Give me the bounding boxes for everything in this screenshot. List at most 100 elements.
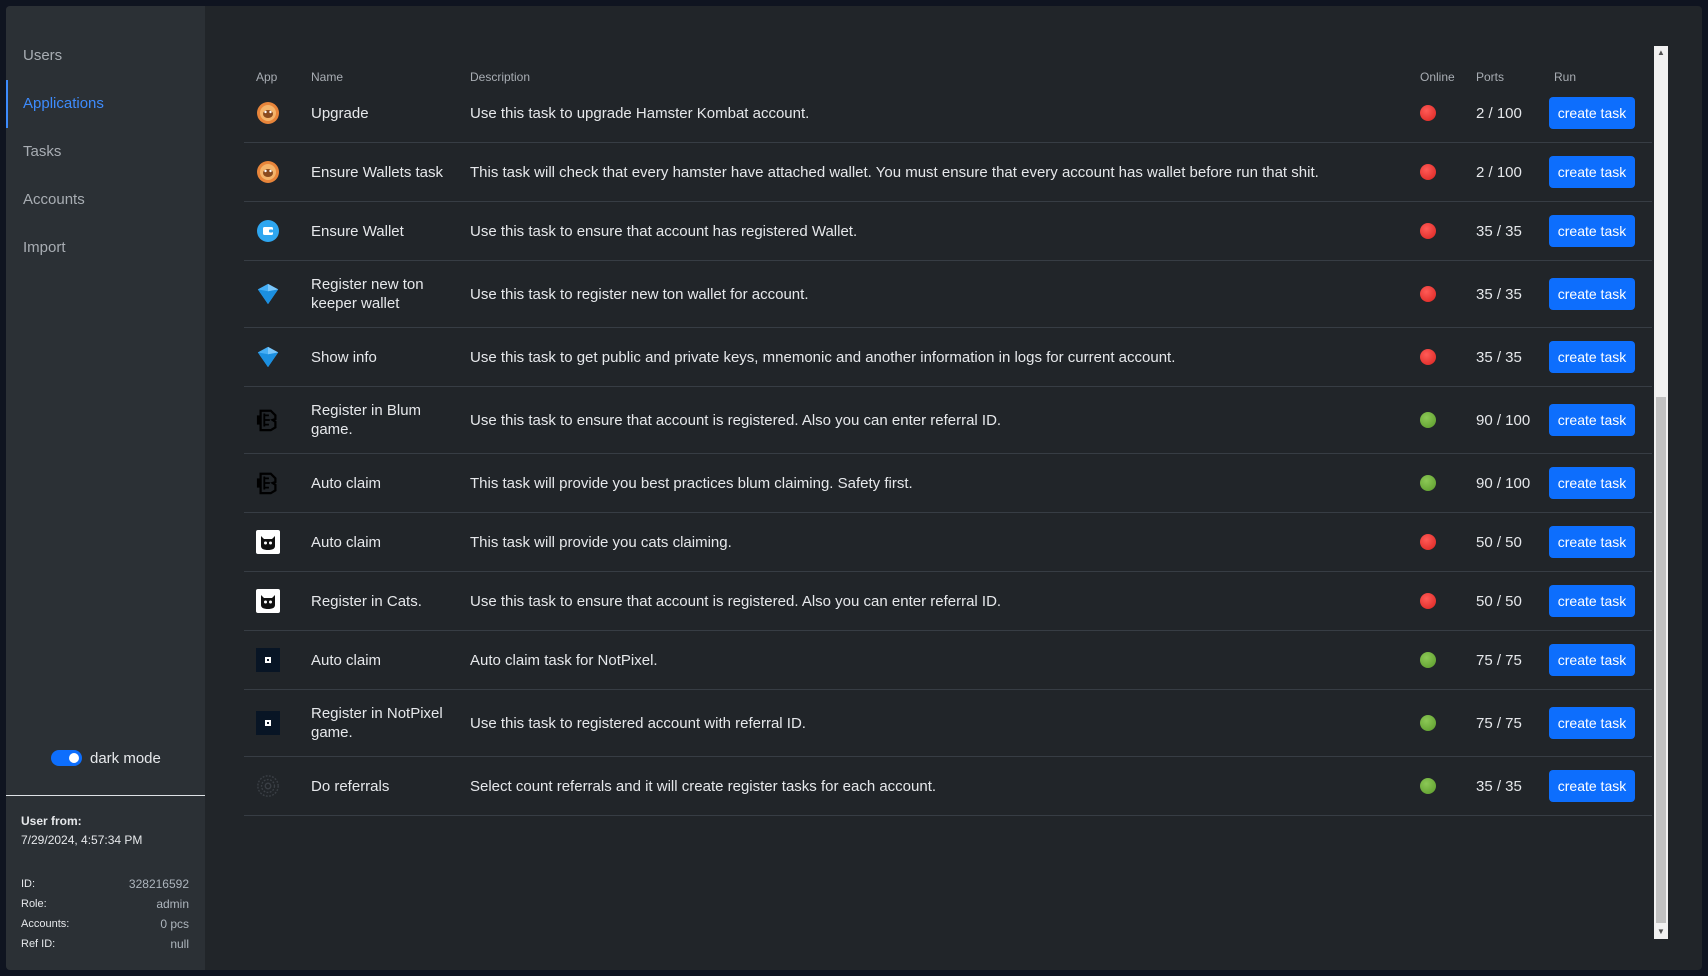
table-row: Register in Blum game. Use this task to e… xyxy=(244,387,1652,454)
row-ports: 90 / 100 xyxy=(1476,474,1531,492)
table-row: Ensure Wallets task This task will check … xyxy=(244,143,1652,202)
row-ports: 50 / 50 xyxy=(1476,592,1522,610)
online-status-indicator xyxy=(1420,105,1436,121)
user-info: User from: 7/29/2024, 4:57:34 PM ID: 3282… xyxy=(21,814,189,954)
user-detail-ref-id: Ref ID: null xyxy=(21,934,189,954)
online-status-indicator xyxy=(1420,593,1436,609)
user-detail-id: ID: 328216592 xyxy=(21,874,189,894)
table-row: Auto claim This task will provide you bes… xyxy=(244,454,1652,513)
cats-icon xyxy=(256,589,280,613)
create-task-button[interactable]: create task xyxy=(1549,278,1635,310)
create-task-button[interactable]: create task xyxy=(1549,467,1635,499)
hamster-icon xyxy=(256,160,280,184)
row-name: Register new ton keeper wallet xyxy=(311,276,424,312)
scroll-thumb[interactable] xyxy=(1656,397,1666,923)
row-description: Use this task to ensure that account is … xyxy=(470,592,1002,610)
detail-key: Ref ID: xyxy=(21,938,56,950)
create-task-button[interactable]: create task xyxy=(1549,585,1635,617)
row-description: Use this task to ensure that account has… xyxy=(470,222,858,240)
user-detail-accounts: Accounts: 0 pcs xyxy=(21,914,189,934)
table-row: Do referrals Select count referrals and i… xyxy=(244,757,1652,816)
row-ports: 75 / 75 xyxy=(1476,651,1522,669)
header-run: Run xyxy=(1554,70,1577,84)
row-ports: 35 / 35 xyxy=(1476,222,1522,240)
tonkeeper-diamond-icon xyxy=(256,345,280,369)
create-task-button[interactable]: create task xyxy=(1549,526,1635,558)
row-name: Register in NotPixel game. xyxy=(311,705,443,741)
row-description: This task will provide you best practice… xyxy=(470,474,913,492)
header-app: App xyxy=(256,70,278,84)
referrals-icon xyxy=(256,774,280,798)
row-name: Show info xyxy=(311,348,377,366)
create-task-button[interactable]: create task xyxy=(1549,770,1635,802)
row-description: Use this task to registered account with… xyxy=(470,714,806,732)
row-ports: 35 / 35 xyxy=(1476,777,1522,795)
online-status-indicator xyxy=(1420,652,1436,668)
online-status-indicator xyxy=(1420,715,1436,731)
header-ports: Ports xyxy=(1476,70,1505,84)
sidebar-divider xyxy=(6,795,205,796)
create-task-button[interactable]: create task xyxy=(1549,97,1635,129)
dark-mode-label: dark mode xyxy=(90,749,161,767)
row-description: Use this task to upgrade Hamster Kombat … xyxy=(470,104,810,122)
scroll-down-icon[interactable]: ▼ xyxy=(1654,925,1668,939)
table-row: Ensure Wallet Use this task to ensure tha… xyxy=(244,202,1652,261)
table-row: Auto claim This task will provide you cat… xyxy=(244,513,1652,572)
header-online: Online xyxy=(1420,70,1455,84)
user-from-label: User from: xyxy=(21,814,82,828)
table-row: Register in Cats. Use this task to ensure… xyxy=(244,572,1652,631)
table-scrollbar[interactable]: ▲ ▼ xyxy=(1654,46,1668,939)
table-row: Register new ton keeper wallet Use this t… xyxy=(244,261,1652,328)
row-name: Auto claim xyxy=(311,533,382,551)
tonkeeper-diamond-icon xyxy=(256,282,280,306)
row-ports: 75 / 75 xyxy=(1476,714,1522,732)
sidebar-item-accounts[interactable]: Accounts xyxy=(6,176,205,224)
header-name: Name xyxy=(311,70,344,84)
detail-value: 0 pcs xyxy=(160,917,189,931)
online-status-indicator xyxy=(1420,164,1436,180)
sidebar-item-import[interactable]: Import xyxy=(6,224,205,272)
create-task-button[interactable]: create task xyxy=(1549,156,1635,188)
cats-icon xyxy=(256,530,280,554)
hamster-icon xyxy=(256,101,280,125)
blum-icon xyxy=(256,408,280,432)
sidebar-item-tasks[interactable]: Tasks xyxy=(6,128,205,176)
online-status-indicator xyxy=(1420,223,1436,239)
row-name: Do referrals xyxy=(311,777,390,795)
create-task-button[interactable]: create task xyxy=(1549,341,1635,373)
sidebar-item-users[interactable]: Users xyxy=(6,32,205,80)
row-ports: 35 / 35 xyxy=(1476,348,1522,366)
blum-icon xyxy=(256,471,280,495)
online-status-indicator xyxy=(1420,349,1436,365)
sidebar-item-applications[interactable]: Applications xyxy=(6,80,205,128)
create-task-button[interactable]: create task xyxy=(1549,707,1635,739)
user-from-date: 7/29/2024, 4:57:34 PM xyxy=(21,833,143,847)
detail-value: 328216592 xyxy=(128,877,189,891)
create-task-button[interactable]: create task xyxy=(1549,215,1635,247)
row-description: Use this task to ensure that account is … xyxy=(470,411,1002,429)
detail-key: ID: xyxy=(21,878,36,890)
detail-key: Role: xyxy=(21,898,47,910)
online-status-indicator xyxy=(1420,778,1436,794)
create-task-button[interactable]: create task xyxy=(1549,644,1635,676)
dark-mode-control: dark mode xyxy=(51,747,161,769)
sidebar: Users Applications Tasks Accounts Import… xyxy=(6,6,205,970)
table-row: Register in NotPixel game. Use this task … xyxy=(244,690,1652,757)
online-status-indicator xyxy=(1420,475,1436,491)
row-ports: 90 / 100 xyxy=(1476,411,1531,429)
dark-mode-toggle[interactable] xyxy=(51,750,82,766)
row-name: Auto claim xyxy=(311,651,382,669)
row-description: Auto claim task for NotPixel. xyxy=(470,651,658,669)
row-description: Select count referrals and it will creat… xyxy=(470,777,937,795)
row-ports: 2 / 100 xyxy=(1476,104,1522,122)
row-name: Upgrade xyxy=(311,104,369,122)
online-status-indicator xyxy=(1420,286,1436,302)
wallet-icon xyxy=(256,219,280,243)
scroll-up-icon[interactable]: ▲ xyxy=(1654,46,1668,60)
online-status-indicator xyxy=(1420,534,1436,550)
user-details: ID: 328216592 Role: admin Accounts: 0 pcs R… xyxy=(21,874,189,954)
app-window: Users Applications Tasks Accounts Import… xyxy=(6,6,1702,970)
create-task-button[interactable]: create task xyxy=(1549,404,1635,436)
table-row: Auto claim Auto claim task for NotPixel. 7… xyxy=(244,631,1652,690)
row-description: Use this task to register new ton wallet… xyxy=(470,285,809,303)
